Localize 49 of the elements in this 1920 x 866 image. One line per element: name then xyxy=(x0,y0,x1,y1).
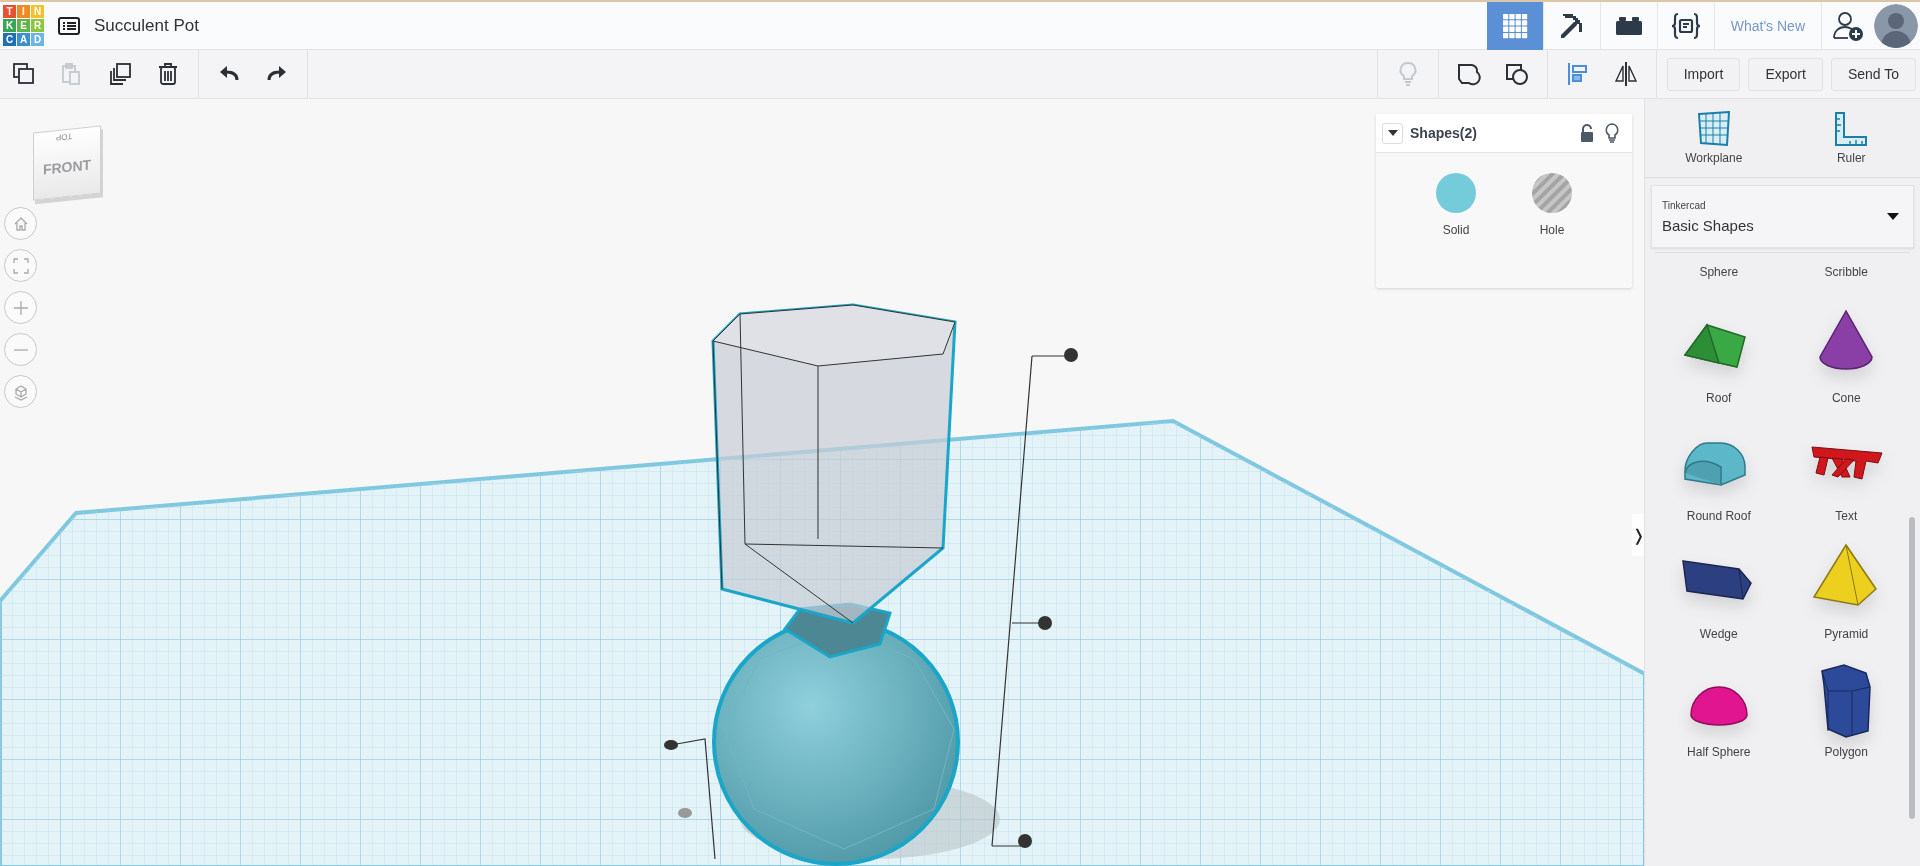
collapse-dropdown[interactable] xyxy=(1382,122,1403,144)
scrollbar[interactable] xyxy=(1909,517,1915,819)
solid-swatch-icon xyxy=(1434,171,1478,215)
design-title[interactable]: Succulent Pot xyxy=(94,15,199,36)
ruler-icon xyxy=(1833,111,1870,147)
ruler-tool[interactable]: Ruler xyxy=(1791,99,1912,177)
cube-top-label: TOP xyxy=(56,131,73,143)
library-value: Basic Shapes xyxy=(1662,216,1755,234)
logo[interactable]: T I N K E R C A D xyxy=(3,5,44,46)
cube-front-label: FRONT xyxy=(42,156,92,178)
workplane-tool[interactable]: Workplane xyxy=(1653,99,1774,177)
view-cube[interactable]: TOP FRONT xyxy=(33,125,101,201)
shape-tile[interactable]: Half Sphere xyxy=(1655,659,1783,759)
collapse-sidebar-button[interactable]: ❭ xyxy=(1632,514,1644,556)
shape-library-dropdown[interactable]: Tinkercad Basic Shapes xyxy=(1651,185,1914,248)
hexagonal-hole-drawing[interactable] xyxy=(711,303,957,625)
plus-icon xyxy=(11,298,30,317)
grid-icon xyxy=(1501,12,1528,39)
code-braces-icon xyxy=(1669,11,1702,40)
lightbulb-icon[interactable] xyxy=(1604,123,1620,143)
dimension-guide-drawing[interactable] xyxy=(664,348,1078,860)
action-button[interactable]: Send To xyxy=(1830,57,1916,91)
design-list-icon[interactable] xyxy=(58,16,80,35)
shape-tile[interactable]: Polygon xyxy=(1782,659,1910,759)
unlock-icon[interactable] xyxy=(1580,124,1594,142)
shape-tile[interactable]: Scribble xyxy=(1782,265,1910,279)
solid-option[interactable]: Solid xyxy=(1434,171,1478,237)
add-user-icon[interactable] xyxy=(1832,9,1864,42)
shape-tile[interactable]: Text xyxy=(1782,423,1910,523)
hole-option[interactable]: Hole xyxy=(1530,171,1574,237)
hole-swatch-icon xyxy=(1530,171,1574,215)
shape-tile[interactable]: Wedge xyxy=(1655,541,1783,641)
shape-tile[interactable]: Pyramid xyxy=(1782,541,1910,641)
caret-icon xyxy=(1387,130,1398,136)
caret-icon xyxy=(1887,213,1899,220)
action-button[interactable]: Export xyxy=(1748,57,1823,91)
shape-tile[interactable]: Sphere xyxy=(1655,265,1783,279)
shape-tile[interactable]: Round Roof xyxy=(1655,423,1783,523)
action-button[interactable]: Import xyxy=(1666,57,1741,91)
fit-view-icon xyxy=(11,256,30,275)
workplane-grid-icon xyxy=(1695,111,1732,147)
minus-icon xyxy=(13,348,28,351)
3d-workspace[interactable]: TOP FRONT Shapes(2) Solid Hole ❭ xyxy=(0,99,1644,866)
brick-icon xyxy=(1614,14,1643,37)
shape-tile[interactable]: Roof xyxy=(1655,305,1783,405)
user-avatar[interactable] xyxy=(1874,3,1918,48)
library-caption: Tinkercad xyxy=(1662,199,1707,211)
shapes-panel-title: Shapes(2) xyxy=(1410,125,1477,141)
shape-tile[interactable]: Cone xyxy=(1782,305,1910,405)
